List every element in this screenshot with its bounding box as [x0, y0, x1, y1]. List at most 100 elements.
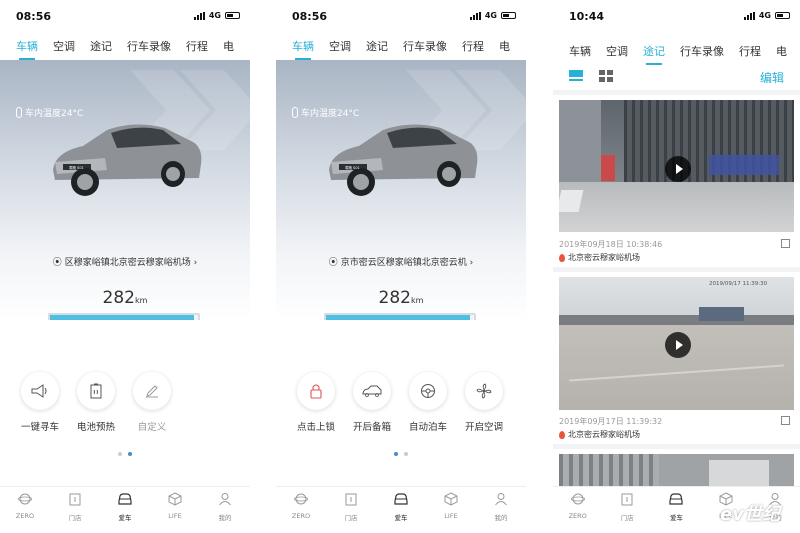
signal-icon [743, 11, 755, 20]
range-readout: 282km [378, 288, 424, 308]
tab-vehicle[interactable]: 车辆 [569, 43, 591, 65]
video-timestamp-overlay: 2019/09/17 11:39:30 [709, 281, 768, 287]
tab-battery[interactable]: 电 [776, 43, 787, 65]
quick-actions: 点击上锁 开后备箱 自动泊车 开启空调 [276, 372, 526, 442]
tab-ac[interactable]: 空调 [329, 38, 351, 60]
share-icon[interactable] [781, 239, 790, 248]
tab-trips[interactable]: 行程 [739, 43, 761, 65]
tab-ac[interactable]: 空调 [53, 38, 75, 60]
divider [553, 444, 800, 449]
lock-button[interactable]: 点击上锁 [286, 372, 346, 433]
battery-level-fill [50, 315, 194, 320]
car-image: 零跑 S01 [329, 124, 478, 196]
video-date: 2019年09月18日 10:38:46 [559, 240, 663, 249]
tab-trips[interactable]: 行程 [186, 38, 208, 60]
nav-profile[interactable]: 我的 [481, 487, 521, 533]
fan-icon [476, 383, 492, 399]
journal-toolbar: 编辑 [553, 66, 800, 88]
tab-dashcam[interactable]: 行车录像 [127, 38, 171, 60]
status-bar: 08:56 4G [0, 0, 250, 34]
network-label: 4G [484, 11, 497, 20]
status-time: 08:56 [16, 10, 52, 23]
thermometer-icon [16, 107, 22, 118]
vehicle-hero: 车内温度24°C 零跑 S01 ⦿ 区穆家峪镇北京密云穆家峪机场 › 282km [0, 60, 250, 320]
store-icon [345, 493, 357, 506]
start-ac-button[interactable]: 开启空调 [454, 372, 514, 433]
chevron-right-icon: › [469, 258, 474, 268]
battery-level-bar [324, 313, 476, 320]
divider [553, 90, 800, 95]
nav-zero[interactable]: ZERO [558, 487, 598, 533]
nav-life[interactable]: LIFE [155, 487, 195, 533]
location-link[interactable]: ⦿ 区穆家峪镇北京密云穆家峪机场 › [0, 255, 250, 268]
car-icon [118, 493, 132, 505]
battery-preheat-button[interactable]: 电池预热 [66, 372, 126, 433]
tab-dashcam[interactable]: 行车录像 [403, 38, 447, 60]
tab-trips[interactable]: 行程 [462, 38, 484, 60]
list-view-icon[interactable] [569, 70, 583, 82]
share-icon[interactable] [781, 416, 790, 425]
cube-icon [444, 492, 458, 506]
steering-wheel-icon [421, 384, 435, 398]
nav-my-car[interactable]: 爱车 [656, 487, 696, 533]
location-link[interactable]: ⦿ 京市密云区穆家峪镇北京密云机 › [276, 255, 526, 268]
battery-icon [501, 12, 516, 19]
battery-icon [225, 12, 240, 19]
pencil-icon [146, 385, 158, 398]
page-dot [404, 452, 408, 456]
video-thumbnail[interactable] [559, 100, 794, 232]
status-time: 10:44 [569, 10, 605, 23]
video-thumbnail[interactable]: 2019/09/17 11:39:30 [559, 277, 794, 410]
phone-screen-2: 08:56 4G 车辆 空调 途记 行车录像 行程 电 车内温度24°C 零跑 … [276, 0, 526, 533]
play-icon[interactable] [665, 332, 691, 358]
battery-heat-icon [90, 383, 102, 399]
nav-profile[interactable]: 我的 [205, 487, 245, 533]
cube-icon [168, 492, 182, 506]
grid-view-icon[interactable] [599, 70, 613, 82]
tab-battery[interactable]: 电 [223, 38, 234, 60]
nav-zero[interactable]: ZERO [281, 487, 321, 533]
play-icon[interactable] [665, 156, 691, 182]
edit-button[interactable]: 编辑 [760, 69, 784, 86]
nav-my-car[interactable]: 爱车 [105, 487, 145, 533]
bottom-nav: ZERO 门店 爱车 LIFE 我的 [276, 486, 526, 533]
page-dot [118, 452, 122, 456]
battery-icon [775, 12, 790, 19]
nav-life[interactable]: LIFE [431, 487, 471, 533]
network-label: 4G [208, 11, 221, 20]
nav-store[interactable]: 门店 [331, 487, 371, 533]
customize-button[interactable]: 自定义 [122, 372, 182, 433]
tab-battery[interactable]: 电 [499, 38, 510, 60]
pin-icon: ⦿ [52, 258, 62, 268]
lock-icon [310, 384, 322, 399]
pin-icon [559, 253, 565, 262]
page-dot-active [394, 452, 398, 456]
signal-icon [193, 11, 205, 20]
tab-dashcam[interactable]: 行车录像 [680, 43, 724, 65]
open-trunk-button[interactable]: 开后备箱 [342, 372, 402, 433]
tab-journal[interactable]: 途记 [366, 38, 388, 60]
car-icon [669, 493, 684, 505]
pin-icon [559, 430, 565, 439]
status-bar: 10:44 4G [553, 0, 800, 34]
find-car-button[interactable]: 一键寻车 [10, 372, 70, 433]
nav-my-car[interactable]: 爱车 [381, 487, 421, 533]
tab-journal[interactable]: 途记 [90, 38, 112, 60]
tab-ac[interactable]: 空调 [606, 43, 628, 65]
vehicle-hero: 车内温度24°C 零跑 S01 ⦿ 京市密云区穆家峪镇北京密云机 › 282km [276, 60, 526, 320]
video-thumbnail[interactable] [559, 454, 794, 486]
nav-store[interactable]: 门店 [55, 487, 95, 533]
tab-vehicle[interactable]: 车辆 [292, 38, 314, 60]
tab-vehicle[interactable]: 车辆 [16, 38, 38, 60]
page-indicator [276, 452, 526, 456]
planet-icon [570, 493, 586, 505]
watermark: ev世纪 [720, 504, 780, 525]
nav-zero[interactable]: ZERO [5, 487, 45, 533]
tab-journal[interactable]: 途记 [643, 43, 665, 65]
video-date: 2019年09月17日 11:39:32 [559, 417, 663, 426]
nav-store[interactable]: 门店 [607, 487, 647, 533]
auto-park-button[interactable]: 自动泊车 [398, 372, 458, 433]
quick-actions: 一键寻车 电池预热 自定义 [0, 372, 250, 442]
range-readout: 282km [102, 288, 148, 308]
planet-icon [293, 493, 309, 505]
